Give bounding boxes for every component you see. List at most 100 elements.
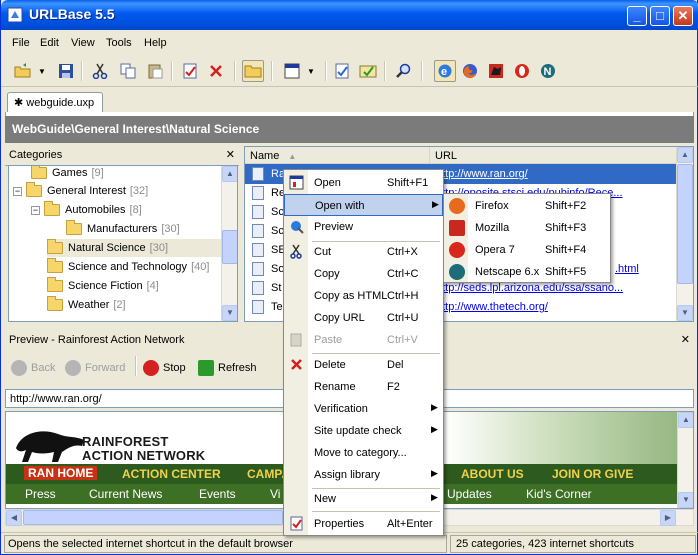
opera-icon[interactable] bbox=[511, 60, 533, 82]
menu-copy-url[interactable]: Copy URL Ctrl+U bbox=[284, 307, 443, 329]
scroll-thumb[interactable] bbox=[222, 230, 237, 264]
folder-icon bbox=[66, 220, 82, 235]
submenu-mozilla[interactable]: Mozilla Shift+F3 bbox=[444, 217, 610, 239]
menu-site-update[interactable]: Site update check ▶ bbox=[284, 420, 443, 442]
menu-open[interactable]: Open Shift+F1 bbox=[284, 172, 443, 194]
menu-copy-html[interactable]: Copy as HTML Ctrl+H bbox=[284, 285, 443, 307]
properties-icon[interactable] bbox=[179, 60, 201, 82]
tree-item-weather[interactable]: Weather [2] bbox=[47, 296, 126, 314]
refresh-button[interactable]: Refresh bbox=[198, 360, 257, 376]
preview-close-icon[interactable]: ✕ bbox=[681, 333, 690, 346]
menu-cut[interactable]: Cut Ctrl+X bbox=[284, 241, 443, 263]
close-button[interactable]: ✕ bbox=[673, 6, 693, 26]
nav-action-center[interactable]: ACTION CENTER bbox=[122, 467, 221, 481]
scroll-right-icon[interactable]: ▶ bbox=[660, 510, 676, 526]
menu-view[interactable]: View bbox=[71, 37, 95, 49]
menu-new[interactable]: New ▶ bbox=[284, 488, 443, 510]
categories-toggle-icon[interactable] bbox=[242, 60, 264, 82]
menu-properties[interactable]: Properties Alt+Enter bbox=[284, 513, 443, 535]
nav-ran-home[interactable]: RAN HOME bbox=[24, 466, 98, 480]
tree-item-science-technology[interactable]: Science and Technology [40] bbox=[47, 258, 209, 276]
tree-item-manufacturers[interactable]: Manufacturers [30] bbox=[66, 220, 180, 238]
scroll-up-icon[interactable]: ▲ bbox=[222, 166, 237, 182]
nav-press[interactable]: Press bbox=[25, 487, 56, 501]
tree-item-science-fiction[interactable]: Science Fiction [4] bbox=[47, 277, 159, 295]
collapse-icon[interactable]: − bbox=[31, 205, 40, 215]
column-name[interactable]: Name ▲ bbox=[245, 147, 430, 165]
list-scrollbar[interactable]: ▲ ▼ bbox=[676, 147, 693, 321]
tree-item-natural-science[interactable]: Natural Science [30] bbox=[47, 239, 222, 257]
nav-about-us[interactable]: ABOUT US bbox=[461, 467, 524, 481]
open-file-icon[interactable] bbox=[12, 60, 34, 82]
column-url[interactable]: URL bbox=[430, 147, 677, 165]
verify-icon[interactable] bbox=[331, 60, 353, 82]
submenu-opera[interactable]: Opera 7 Shift+F4 bbox=[444, 239, 610, 261]
categories-close-icon[interactable]: ✕ bbox=[226, 148, 235, 161]
scroll-thumb[interactable] bbox=[677, 164, 693, 284]
submenu-firefox[interactable]: Firefox Shift+F2 bbox=[444, 195, 610, 217]
nav-updates[interactable]: Updates bbox=[447, 487, 492, 501]
maximize-button[interactable]: □ bbox=[650, 6, 670, 26]
stop-button[interactable]: Stop bbox=[143, 360, 186, 376]
cut-icon[interactable] bbox=[89, 60, 111, 82]
collapse-icon[interactable]: − bbox=[13, 186, 22, 196]
scroll-down-icon[interactable]: ▼ bbox=[677, 305, 693, 321]
tree-item-general-interest[interactable]: − General Interest [32] bbox=[13, 182, 148, 200]
window-title: URLBase 5.5 bbox=[29, 6, 115, 22]
scroll-up-icon[interactable]: ▲ bbox=[678, 412, 693, 428]
menu-copy[interactable]: Copy Ctrl+C bbox=[284, 263, 443, 285]
scroll-down-icon[interactable]: ▼ bbox=[222, 305, 237, 321]
submenu-arrow-icon: ▶ bbox=[431, 468, 438, 478]
menu-open-with[interactable]: Open with ▶ bbox=[284, 194, 443, 216]
menu-rename[interactable]: Rename F2 bbox=[284, 376, 443, 398]
delete-icon bbox=[291, 359, 302, 370]
tree-scrollbar[interactable]: ▲ ▼ bbox=[221, 166, 237, 321]
preview-dropdown-icon[interactable]: ▼ bbox=[305, 60, 317, 82]
menu-verification[interactable]: Verification ▶ bbox=[284, 398, 443, 420]
menu-edit[interactable]: Edit bbox=[40, 37, 59, 49]
menu-preview[interactable]: Preview bbox=[284, 216, 443, 238]
find-icon[interactable] bbox=[392, 60, 414, 82]
site-update-icon[interactable] bbox=[357, 60, 379, 82]
tree-item-automobiles[interactable]: − Automobiles [8] bbox=[31, 201, 142, 219]
ie-browser-icon[interactable]: e bbox=[434, 60, 456, 82]
paste-icon[interactable] bbox=[144, 60, 166, 82]
mozilla-icon[interactable] bbox=[485, 60, 507, 82]
preview-icon[interactable] bbox=[281, 60, 303, 82]
netscape-icon[interactable]: N bbox=[537, 60, 559, 82]
menu-file[interactable]: File bbox=[12, 37, 30, 49]
menu-help[interactable]: Help bbox=[144, 37, 167, 49]
scroll-up-icon[interactable]: ▲ bbox=[677, 147, 693, 163]
scroll-down-icon[interactable]: ▼ bbox=[678, 492, 693, 508]
menu-delete[interactable]: Delete Del bbox=[284, 354, 443, 376]
save-icon[interactable] bbox=[55, 60, 77, 82]
forward-button[interactable]: Forward bbox=[65, 360, 125, 376]
folder-icon bbox=[47, 296, 63, 311]
delete-icon[interactable] bbox=[205, 60, 227, 82]
menu-tools[interactable]: Tools bbox=[106, 37, 132, 49]
submenu-netscape[interactable]: Netscape 6.x Shift+F5 bbox=[444, 261, 610, 283]
title-bar[interactable]: URLBase 5.5 _ □ ✕ bbox=[1, 0, 698, 30]
tree-item-games[interactable]: Games [9] bbox=[31, 166, 104, 182]
menu-paste[interactable]: Paste Ctrl+V bbox=[284, 329, 443, 351]
back-button[interactable]: Back bbox=[11, 360, 55, 376]
web-scrollbar[interactable]: ▲ ▼ bbox=[677, 412, 693, 508]
hscroll-thumb[interactable] bbox=[23, 510, 283, 525]
status-message: Opens the selected internet shortcut in … bbox=[4, 535, 447, 553]
netscape-icon bbox=[449, 264, 465, 280]
scroll-left-icon[interactable]: ◀ bbox=[6, 510, 22, 526]
nav-events[interactable]: Events bbox=[199, 487, 236, 501]
nav-kids-corner[interactable]: Kid's Corner bbox=[526, 487, 592, 501]
firefox-icon[interactable] bbox=[459, 60, 481, 82]
status-counts: 25 categories, 423 internet shortcuts bbox=[450, 535, 696, 553]
minimize-button[interactable]: _ bbox=[627, 6, 647, 26]
menu-move-category[interactable]: Move to category... bbox=[284, 442, 443, 464]
tab-webguide[interactable]: ✱ webguide.uxp bbox=[7, 92, 103, 113]
copy-icon[interactable] bbox=[117, 60, 139, 82]
nav-vi[interactable]: Vi bbox=[270, 487, 280, 501]
open-dropdown-icon[interactable]: ▼ bbox=[36, 60, 48, 82]
nav-join-give[interactable]: JOIN OR GIVE bbox=[552, 467, 633, 481]
menu-assign-library[interactable]: Assign library ▶ bbox=[284, 464, 443, 486]
nav-current-news[interactable]: Current News bbox=[89, 487, 162, 501]
category-tree[interactable]: Games [9] − General Interest [32] − Automobi… bbox=[8, 165, 238, 322]
